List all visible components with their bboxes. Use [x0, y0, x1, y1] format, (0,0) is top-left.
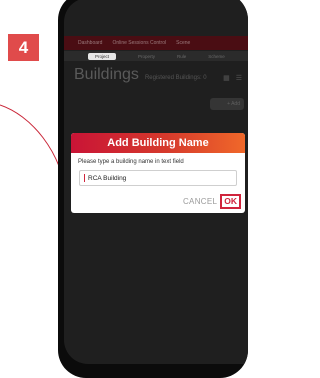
step-number-badge: 4	[8, 34, 39, 61]
tab-project[interactable]: Project	[88, 52, 117, 60]
tab-bar: Project Property Rule Scheme	[64, 51, 248, 61]
dialog-title: Add Building Name	[71, 133, 245, 153]
add-building-dialog: Add Building Name Please type a building…	[71, 133, 245, 213]
add-building-button[interactable]: + Add	[210, 98, 244, 110]
cancel-button[interactable]: CANCEL	[183, 197, 217, 206]
header-icons: ▦ ☰	[223, 74, 242, 82]
topbar-item-dashboard[interactable]: Dashboard	[78, 40, 102, 46]
tab-scheme[interactable]: Scheme	[208, 54, 225, 59]
page-header: Buildings Registered Buildings: 0	[74, 66, 248, 88]
page-subtitle: Registered Buildings: 0	[144, 75, 207, 81]
grid-view-icon[interactable]: ▦	[223, 74, 230, 82]
dialog-actions: CANCEL OK	[183, 194, 241, 209]
topbar-item-scene[interactable]: Scene	[176, 40, 190, 46]
dialog-instruction: Please type a building name in text fiel…	[78, 159, 184, 165]
app-screen: Dashboard Online Sessions Control Scene …	[64, 0, 248, 364]
text-cursor	[84, 174, 85, 182]
phone-frame: Dashboard Online Sessions Control Scene …	[58, 0, 248, 378]
tab-property[interactable]: Property	[138, 54, 155, 59]
list-view-icon[interactable]: ☰	[236, 74, 242, 82]
topbar-item-online-sessions[interactable]: Online Sessions Control	[112, 40, 166, 46]
building-name-value: RCA Building	[88, 174, 127, 182]
ok-button[interactable]: OK	[220, 194, 241, 209]
building-name-input[interactable]: RCA Building	[79, 170, 237, 186]
tab-rule[interactable]: Rule	[177, 54, 186, 59]
top-nav-bar: Dashboard Online Sessions Control Scene	[64, 36, 248, 50]
page-title: Buildings	[74, 66, 139, 83]
